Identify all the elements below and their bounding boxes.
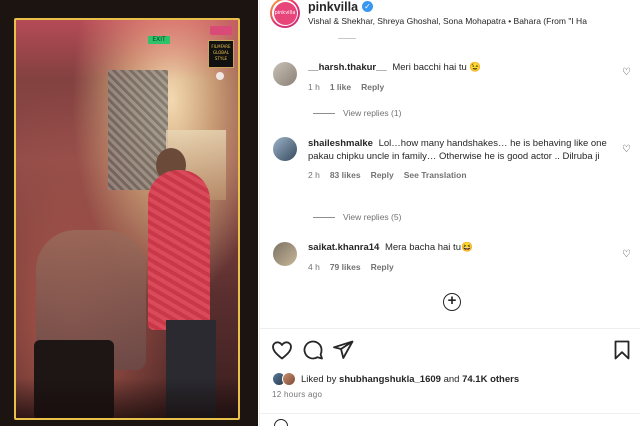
commenter-username[interactable]: saikat.khanra14 bbox=[308, 242, 379, 253]
comment-text: Meri bacchi hai tu 😉 bbox=[392, 62, 482, 73]
comment-like-heart-icon[interactable]: ♡ bbox=[622, 249, 633, 260]
likes-joiner: and bbox=[443, 373, 460, 385]
commenter-username[interactable]: shaileshmalke bbox=[308, 138, 373, 149]
channel-logo bbox=[210, 26, 232, 35]
record-indicator bbox=[216, 72, 224, 80]
post-video[interactable]: EXIT FILMFARE GLOBAL STYLE bbox=[14, 18, 240, 420]
comment-text: Mera bacha hai tu😆 bbox=[384, 242, 473, 253]
commenter-avatar[interactable] bbox=[273, 62, 297, 86]
see-translation-button[interactable]: See Translation bbox=[404, 169, 467, 182]
account-avatar[interactable]: pinkvilla bbox=[270, 0, 300, 28]
comment-time[interactable]: 1 h bbox=[308, 81, 320, 94]
avatar-label: pinkvilla bbox=[273, 1, 297, 25]
event-poster: FILMFARE GLOBAL STYLE bbox=[208, 40, 234, 68]
comment-composer bbox=[260, 413, 640, 426]
comment-meta: 4 h 79 likes Reply bbox=[308, 261, 613, 274]
top-liker-username[interactable]: shubhangshukla_1609 bbox=[339, 374, 441, 385]
post-media-panel: EXIT FILMFARE GLOBAL STYLE bbox=[0, 0, 258, 426]
account-username[interactable]: pinkvilla bbox=[308, 0, 358, 14]
reply-button[interactable]: Reply bbox=[361, 81, 384, 94]
man-red-jacket bbox=[148, 170, 210, 330]
comment-likes[interactable]: 83 likes bbox=[330, 169, 361, 182]
comment-icon[interactable] bbox=[301, 338, 325, 362]
section-divider bbox=[260, 328, 640, 329]
post-header: pinkvilla pinkvilla ✓ Vishal & Shekhar, … bbox=[260, 0, 640, 38]
commenter-avatar[interactable] bbox=[273, 137, 297, 161]
bookmark-icon[interactable] bbox=[610, 338, 634, 362]
likes-summary[interactable]: Liked by shubhangshukla_1609 and 74.1K o… bbox=[272, 371, 519, 387]
likes-prefix: Liked by bbox=[301, 373, 337, 385]
comment-body: shaileshmalke Lol…how many handshakes… h… bbox=[308, 138, 613, 182]
comment-meta: 2 h 83 likes Reply See Translation bbox=[308, 169, 613, 182]
post-actions bbox=[260, 338, 640, 362]
likes-text: Liked by shubhangshukla_1609 and 74.1K o… bbox=[301, 374, 519, 385]
comment-meta: 1 h 1 like Reply bbox=[308, 81, 613, 94]
share-icon[interactable] bbox=[331, 338, 355, 362]
comment-body: __harsh.thakur__ Meri bacchi hai tu 😉 1 … bbox=[308, 62, 613, 93]
comment-time[interactable]: 2 h bbox=[308, 169, 320, 182]
comment-like-heart-icon[interactable]: ♡ bbox=[622, 67, 633, 78]
exit-sign: EXIT bbox=[148, 36, 170, 44]
view-replies-button[interactable]: View replies (1) bbox=[313, 108, 401, 118]
comment-likes[interactable]: 1 like bbox=[330, 81, 351, 94]
replies-line bbox=[313, 216, 335, 218]
post-timestamp[interactable]: 12 hours ago bbox=[272, 390, 322, 399]
comment-time[interactable]: 4 h bbox=[308, 261, 320, 274]
reply-button[interactable]: Reply bbox=[371, 169, 394, 182]
comment-likes[interactable]: 79 likes bbox=[330, 261, 361, 274]
comment-body: saikat.khanra14 Mera bacha hai tu😆 4 h 7… bbox=[308, 242, 613, 273]
floor-shadow bbox=[16, 378, 238, 418]
audio-track[interactable]: Vishal & Shekhar, Shreya Ghoshal, Sona M… bbox=[308, 16, 638, 26]
comments-panel: pinkvilla pinkvilla ✓ Vishal & Shekhar, … bbox=[259, 0, 640, 426]
verified-badge-icon: ✓ bbox=[362, 1, 373, 12]
heart-icon[interactable] bbox=[270, 338, 294, 362]
liker-avatar bbox=[282, 372, 296, 386]
commenter-avatar[interactable] bbox=[273, 242, 297, 266]
view-replies-button[interactable]: View replies (5) bbox=[313, 212, 401, 222]
comment-like-heart-icon[interactable]: ♡ bbox=[622, 144, 633, 155]
emoji-icon[interactable] bbox=[274, 419, 288, 426]
scroll-indicator bbox=[338, 38, 356, 39]
replies-line bbox=[313, 112, 335, 114]
reply-button[interactable]: Reply bbox=[371, 261, 394, 274]
add-circle-icon[interactable]: + bbox=[443, 293, 461, 311]
commenter-username[interactable]: __harsh.thakur__ bbox=[308, 62, 387, 73]
view-replies-label: View replies (1) bbox=[343, 108, 402, 118]
view-replies-label: View replies (5) bbox=[343, 212, 402, 222]
others-count[interactable]: 74.1K others bbox=[462, 374, 519, 385]
